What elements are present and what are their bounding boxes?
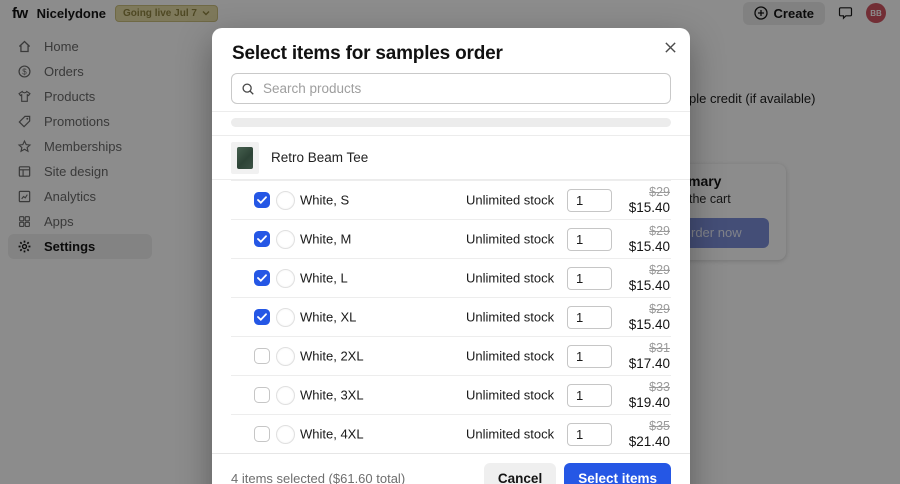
variant-label: White, 2XL xyxy=(300,348,364,364)
check-icon xyxy=(257,274,267,282)
selection-summary: 4 items selected ($61.60 total) xyxy=(231,471,406,484)
price-block: $29 $15.40 xyxy=(629,302,670,333)
quantity-input[interactable] xyxy=(567,384,612,407)
original-price: $31 xyxy=(649,341,670,355)
original-price: $33 xyxy=(649,380,670,394)
list-skeleton-bar xyxy=(231,118,671,127)
quantity-input[interactable] xyxy=(567,306,612,329)
variant-row[interactable]: White, L Unlimited stock $29 $15.40 xyxy=(231,258,671,297)
select-items-button[interactable]: Select items xyxy=(564,463,671,484)
product-image xyxy=(237,146,253,169)
close-icon[interactable] xyxy=(659,36,681,58)
variant-checkbox[interactable] xyxy=(254,231,270,247)
stock-text: Unlimited stock xyxy=(466,309,555,325)
price-block: $29 $15.40 xyxy=(629,224,670,255)
variant-checkbox[interactable] xyxy=(254,387,270,403)
variant-label: White, 4XL xyxy=(300,426,364,442)
color-swatch-icon xyxy=(276,386,295,405)
variant-row[interactable]: White, XL Unlimited stock $29 $15.40 xyxy=(231,297,671,336)
variant-label: White, M xyxy=(300,231,352,247)
product-name: Retro Beam Tee xyxy=(271,150,369,165)
price-block: $29 $15.40 xyxy=(629,185,670,216)
sample-price: $15.40 xyxy=(628,239,670,254)
stock-text: Unlimited stock xyxy=(466,192,555,208)
sample-price: $15.40 xyxy=(628,278,670,293)
quantity-input[interactable] xyxy=(567,345,612,368)
variant-checkbox[interactable] xyxy=(254,192,270,208)
search-input[interactable] xyxy=(263,81,661,96)
price-block: $33 $19.40 xyxy=(629,380,670,411)
color-swatch-icon xyxy=(276,347,295,366)
color-swatch-icon xyxy=(276,269,295,288)
check-icon xyxy=(257,196,267,204)
variant-label: White, L xyxy=(300,270,348,286)
modal-title: Select items for samples order xyxy=(232,43,503,64)
variant-checkbox[interactable] xyxy=(254,309,270,325)
color-swatch-icon xyxy=(276,191,295,210)
check-icon xyxy=(257,235,267,243)
variant-row[interactable]: White, 2XL Unlimited stock $31 $17.40 xyxy=(231,336,671,375)
variant-checkbox[interactable] xyxy=(254,348,270,364)
original-price: $35 xyxy=(649,419,670,433)
variant-row[interactable]: White, 4XL Unlimited stock $35 $21.40 xyxy=(231,414,671,453)
quantity-input[interactable] xyxy=(567,423,612,446)
original-price: $29 xyxy=(649,224,670,238)
modal-footer: 4 items selected ($61.60 total) Cancel S… xyxy=(212,454,690,484)
variant-row[interactable]: White, M Unlimited stock $29 $15.40 xyxy=(231,219,671,258)
variant-row[interactable]: White, 3XL Unlimited stock $33 $19.40 xyxy=(231,375,671,414)
sample-price: $17.40 xyxy=(628,356,670,371)
quantity-input[interactable] xyxy=(567,228,612,251)
check-icon xyxy=(257,313,267,321)
price-block: $29 $15.40 xyxy=(629,263,670,294)
original-price: $29 xyxy=(649,263,670,277)
original-price: $29 xyxy=(649,185,670,199)
stock-text: Unlimited stock xyxy=(466,348,555,364)
search-icon xyxy=(242,82,254,95)
variant-label: White, 3XL xyxy=(300,387,364,403)
screen: fw Nicelydone Going live Jul 7 Create BB… xyxy=(0,0,900,484)
select-items-modal: Select items for samples order Retro Bea… xyxy=(212,28,690,484)
variant-checkbox[interactable] xyxy=(254,426,270,442)
quantity-input[interactable] xyxy=(567,189,612,212)
sample-price: $19.40 xyxy=(628,395,670,410)
sample-price: $15.40 xyxy=(628,317,670,332)
quantity-input[interactable] xyxy=(567,267,612,290)
color-swatch-icon xyxy=(276,308,295,327)
product-thumbnail xyxy=(231,141,259,174)
variant-checkbox[interactable] xyxy=(254,270,270,286)
color-swatch-icon xyxy=(276,425,295,444)
sample-price: $15.40 xyxy=(628,200,670,215)
stock-text: Unlimited stock xyxy=(466,426,555,442)
stock-text: Unlimited stock xyxy=(466,387,555,403)
color-swatch-icon xyxy=(276,230,295,249)
stock-text: Unlimited stock xyxy=(466,270,555,286)
variant-row[interactable]: White, S Unlimited stock $29 $15.40 xyxy=(231,180,671,219)
variant-label: White, S xyxy=(300,192,350,208)
product-row: Retro Beam Tee xyxy=(212,136,690,179)
original-price: $29 xyxy=(649,302,670,316)
cancel-button[interactable]: Cancel xyxy=(483,463,557,484)
divider xyxy=(212,111,690,112)
price-block: $31 $17.40 xyxy=(629,341,670,372)
stock-text: Unlimited stock xyxy=(466,231,555,247)
sample-price: $21.40 xyxy=(628,434,670,449)
variant-label: White, XL xyxy=(300,309,357,325)
price-block: $35 $21.40 xyxy=(629,419,670,450)
variant-list: White, S Unlimited stock $29 $15.40 Whit… xyxy=(231,180,671,453)
search-box xyxy=(231,73,671,104)
